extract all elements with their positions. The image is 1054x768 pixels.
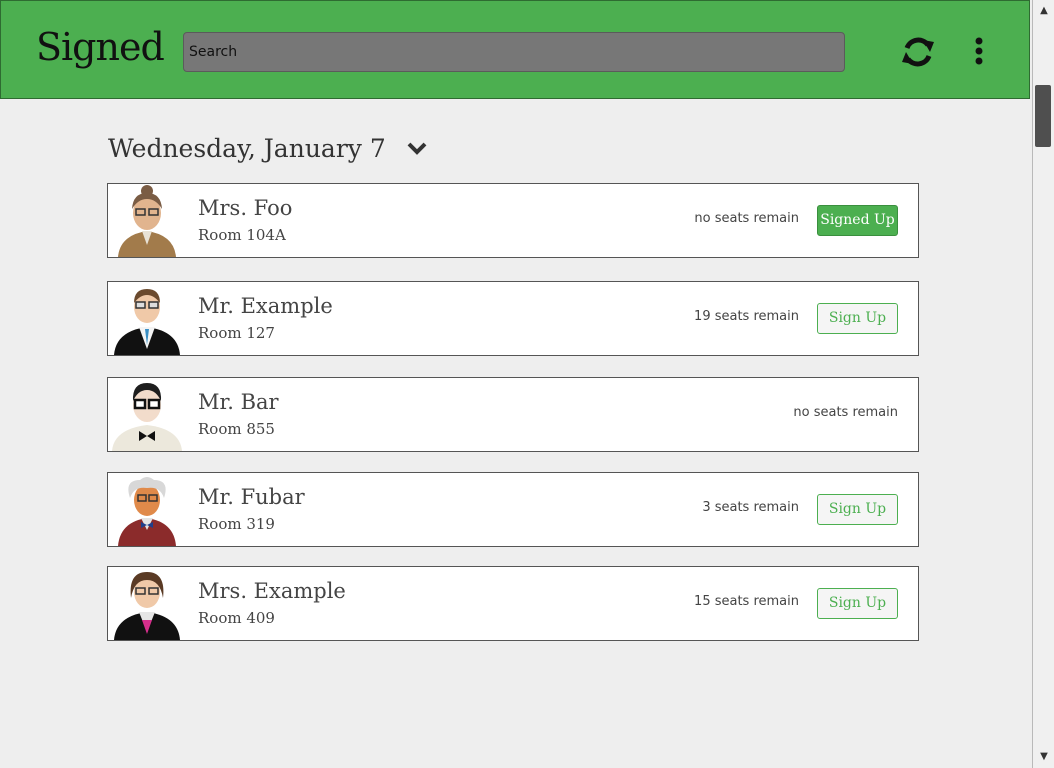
sign-up-button[interactable]: Sign Up bbox=[817, 494, 898, 525]
teacher-avatar-icon bbox=[114, 572, 180, 640]
room-number: Room 104A bbox=[198, 226, 286, 244]
sign-up-button[interactable]: Sign Up bbox=[817, 303, 898, 334]
more-vert-icon[interactable] bbox=[963, 32, 995, 72]
scroll-thumb[interactable] bbox=[1035, 85, 1051, 147]
app-header: Signed bbox=[0, 0, 1030, 99]
date-label: Wednesday, January 7 bbox=[108, 133, 386, 163]
teacher-card: Mr. Fubar Room 319 3 seats remain Sign U… bbox=[107, 472, 919, 547]
teacher-avatar-icon bbox=[118, 185, 176, 257]
seats-remaining: 19 seats remain bbox=[694, 309, 799, 324]
vertical-scrollbar[interactable]: ▲ ▼ bbox=[1032, 0, 1054, 768]
sign-up-button[interactable]: Sign Up bbox=[817, 588, 898, 619]
seats-remaining: 3 seats remain bbox=[702, 500, 799, 515]
teacher-name: Mrs. Example bbox=[198, 579, 346, 603]
chevron-down-icon[interactable] bbox=[406, 137, 428, 159]
refresh-icon[interactable] bbox=[898, 32, 938, 72]
room-number: Room 409 bbox=[198, 609, 275, 627]
teacher-name: Mr. Bar bbox=[198, 390, 279, 414]
room-number: Room 855 bbox=[198, 420, 275, 438]
teacher-name: Mr. Fubar bbox=[198, 485, 305, 509]
teacher-avatar-icon bbox=[114, 289, 180, 355]
seats-remaining: 15 seats remain bbox=[694, 594, 799, 609]
teacher-avatar-icon bbox=[118, 477, 176, 546]
date-selector[interactable]: Wednesday, January 7 bbox=[108, 128, 428, 168]
teacher-name: Mr. Example bbox=[198, 294, 333, 318]
teacher-card: Mrs. Foo Room 104A no seats remain Signe… bbox=[107, 183, 919, 258]
seats-remaining: no seats remain bbox=[694, 211, 799, 226]
seats-remaining: no seats remain bbox=[793, 405, 898, 420]
teacher-card: Mr. Example Room 127 19 seats remain Sig… bbox=[107, 281, 919, 356]
scroll-down-icon[interactable]: ▼ bbox=[1037, 750, 1051, 764]
scroll-up-icon[interactable]: ▲ bbox=[1037, 4, 1051, 18]
search-input[interactable] bbox=[183, 32, 845, 72]
room-number: Room 319 bbox=[198, 515, 275, 533]
teacher-name: Mrs. Foo bbox=[198, 196, 293, 220]
signed-up-button[interactable]: Signed Up bbox=[817, 205, 898, 236]
room-number: Room 127 bbox=[198, 324, 275, 342]
app-title: Signed bbox=[36, 25, 165, 69]
teacher-card: Mr. Bar Room 855 no seats remain bbox=[107, 377, 919, 452]
teacher-card: Mrs. Example Room 409 15 seats remain Si… bbox=[107, 566, 919, 641]
teacher-avatar-icon bbox=[112, 383, 182, 451]
